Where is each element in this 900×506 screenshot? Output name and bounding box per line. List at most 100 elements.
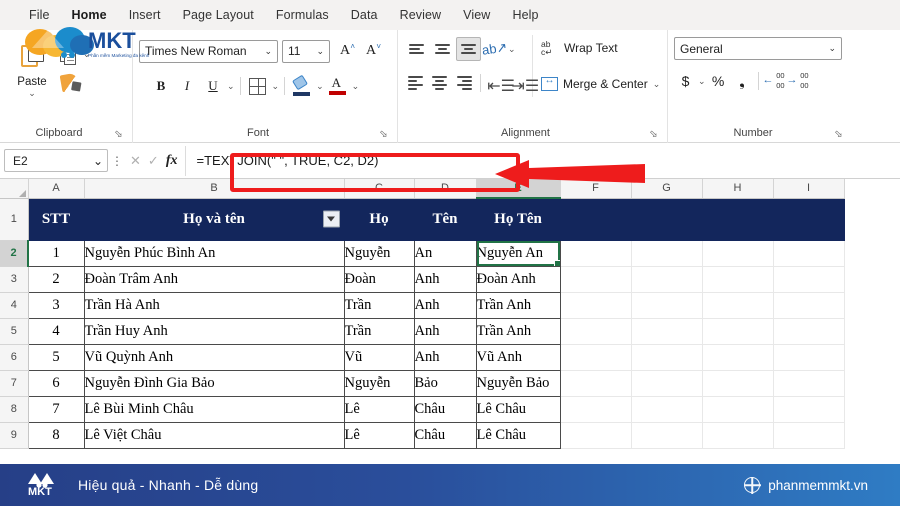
alignment-dialog-launcher-icon[interactable]: ⬂ [648,129,659,140]
orientation-button[interactable]: ab↗ [481,37,508,61]
cell-a6[interactable]: 5 [27,343,85,371]
paste-button[interactable]: Paste ⌄ [6,35,58,99]
cell-d4[interactable]: Anh [413,291,477,319]
column-header-i[interactable]: I [773,179,845,199]
cell-e1[interactable]: Họ Tên [476,198,561,241]
increase-font-size-button[interactable]: A ˄ [334,40,356,63]
font-color-chevron-down-icon[interactable]: ⌄ [352,81,360,92]
wrap-text-button[interactable]: ab c↵ Wrap Text [541,35,661,61]
bold-button[interactable]: B [149,74,173,98]
insert-function-icon[interactable]: fx [166,153,178,169]
decrease-decimal-button[interactable]: → 00 00 [787,69,810,93]
cell-g1[interactable] [631,198,703,241]
cell-c5[interactable]: Trần [343,317,415,345]
cell-h2[interactable] [702,240,774,267]
cell-f4[interactable] [560,292,632,319]
row-header-7[interactable]: 7 [0,370,29,397]
formula-bar-more-icon[interactable]: ⋮ [108,154,126,168]
cell-c6[interactable]: Vũ [343,343,415,371]
font-name-combo[interactable]: Times New Roman ⌄ [139,39,278,63]
cell-d8[interactable]: Châu [413,395,477,423]
tab-review[interactable]: Review [389,4,453,26]
tab-help[interactable]: Help [501,4,549,26]
underline-button[interactable]: U [201,74,225,98]
cell-f9[interactable] [560,422,632,449]
cell-i1[interactable] [773,198,845,241]
cell-h1[interactable] [702,198,774,241]
merge-center-chevron-down-icon[interactable]: ⌄ [653,79,661,90]
comma-style-button[interactable]: ❟ [731,69,754,93]
select-all-corner[interactable] [0,179,29,199]
orientation-chevron-down-icon[interactable]: ⌄ [508,44,516,55]
fill-color-button[interactable] [290,74,314,98]
confirm-formula-icon[interactable]: ✓ [148,153,159,169]
decrease-font-size-button[interactable]: A ˅ [360,40,382,63]
cell-i2[interactable] [773,240,845,267]
cell-e3[interactable]: Đoàn Anh [475,265,561,293]
cell-b6[interactable]: Vũ Quỳnh Anh [83,343,345,371]
cell-d7[interactable]: Bảo [413,369,477,397]
cell-e8[interactable]: Lê Châu [475,395,561,423]
cell-a4[interactable]: 3 [27,291,85,319]
row-header-8[interactable]: 8 [0,396,29,423]
cell-e7[interactable]: Nguyễn Bảo [475,369,561,397]
font-color-button[interactable]: A [326,74,350,98]
cell-h6[interactable] [702,344,774,371]
name-box-chevron-down-icon[interactable]: ⌄ [93,154,103,168]
copy-icon[interactable] [58,44,80,66]
cell-b5[interactable]: Trần Huy Anh [83,317,345,345]
column-header-d[interactable]: D [414,179,477,199]
cell-a3[interactable]: 2 [27,265,85,293]
cell-b3[interactable]: Đoàn Trâm Anh [83,265,345,293]
cell-b1[interactable]: Họ và tên [84,198,345,241]
cell-f5[interactable] [560,318,632,345]
copy-chevron-down-icon[interactable]: ⌄ [83,49,91,60]
number-format-chevron-down-icon[interactable]: ⌄ [825,43,839,54]
clipboard-dialog-launcher-icon[interactable]: ⬂ [113,129,124,140]
tab-formulas[interactable]: Formulas [265,4,340,26]
number-format-combo[interactable]: General ⌄ [674,37,842,60]
cell-g2[interactable] [631,240,703,267]
cell-i9[interactable] [773,422,845,449]
cell-i7[interactable] [773,370,845,397]
italic-button[interactable]: I [175,74,199,98]
font-size-combo[interactable]: 11 ⌄ [282,39,330,63]
cell-c7[interactable]: Nguyễn [343,369,415,397]
cell-b4[interactable]: Trần Hà Anh [83,291,345,319]
currency-chevron-down-icon[interactable]: ⌄ [698,76,706,87]
cell-g5[interactable] [631,318,703,345]
paste-chevron-down-icon[interactable]: ⌄ [28,88,36,99]
align-left-button[interactable] [404,71,427,95]
column-header-b[interactable]: B [84,179,345,199]
tab-home[interactable]: Home [61,4,118,26]
row-header-1[interactable]: 1 [0,198,29,241]
cell-a2[interactable]: 1 [27,239,85,267]
underline-chevron-down-icon[interactable]: ⌄ [227,81,235,92]
cell-a1[interactable]: STT [28,198,85,241]
name-box[interactable]: E2 ⌄ [4,149,108,172]
cell-c3[interactable]: Đoàn [343,265,415,293]
cell-d5[interactable]: Anh [413,317,477,345]
row-header-2[interactable]: 2 [0,240,29,267]
cell-d9[interactable]: Châu [413,421,477,449]
percent-style-button[interactable]: % [707,69,730,93]
cell-a5[interactable]: 4 [27,317,85,345]
increase-decimal-button[interactable]: ← 00 00 [763,69,786,93]
cell-h7[interactable] [702,370,774,397]
cell-f2[interactable] [560,240,632,267]
cell-e5[interactable]: Trần Anh [475,317,561,345]
cell-f6[interactable] [560,344,632,371]
format-painter-icon[interactable] [58,71,80,93]
cell-b7[interactable]: Nguyễn Đình Gia Bảo [83,369,345,397]
cell-b9[interactable]: Lê Việt Châu [83,421,345,449]
cell-i6[interactable] [773,344,845,371]
cell-d1[interactable]: Tên [414,198,477,241]
cell-d6[interactable]: Anh [413,343,477,371]
tab-insert[interactable]: Insert [118,4,172,26]
fill-color-chevron-down-icon[interactable]: ⌄ [316,81,324,92]
merge-center-button[interactable]: Merge & Center ⌄ [541,71,661,97]
cell-c4[interactable]: Trần [343,291,415,319]
cell-i3[interactable] [773,266,845,293]
cancel-formula-icon[interactable]: ✕ [130,153,141,169]
cell-c2[interactable]: Nguyễn [343,239,415,267]
